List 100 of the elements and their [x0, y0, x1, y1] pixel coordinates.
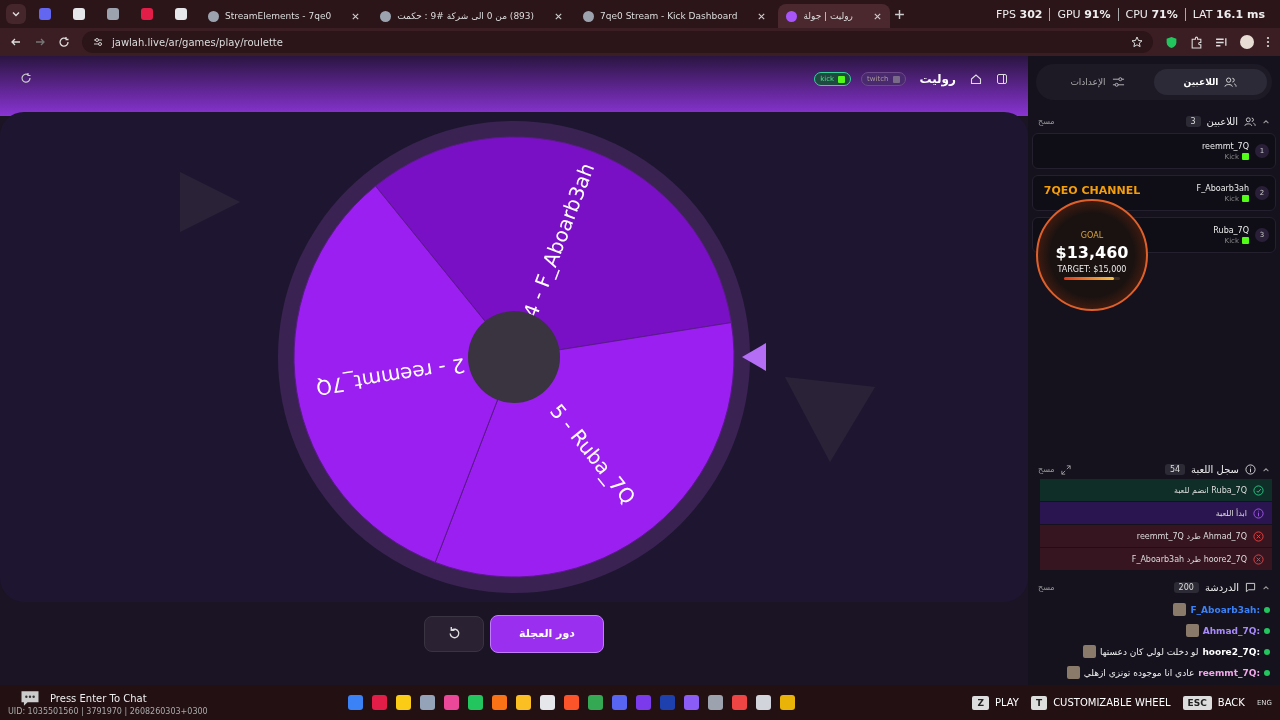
close-icon[interactable]: [351, 11, 361, 21]
refresh-icon[interactable]: [20, 72, 32, 84]
log-entry: ابدأ اللعبة: [1040, 502, 1272, 524]
user-avatar: [1185, 624, 1199, 637]
player-name: reemmt_7Q: [1201, 141, 1249, 151]
close-icon[interactable]: [872, 11, 882, 21]
online-dot: [1264, 627, 1270, 634]
player-name: F_Aboarb3ah: [1196, 183, 1249, 193]
media-icon[interactable]: [1215, 35, 1228, 49]
segment-label: 2 - reemmt_7Q: [314, 352, 467, 401]
player-name: Ruba_7Q: [1213, 225, 1249, 235]
status-icon: [1253, 553, 1264, 565]
kick-icon: [1242, 153, 1249, 160]
key-action: PLAY: [994, 697, 1019, 708]
spin-button[interactable]: دور العجلة: [490, 614, 604, 653]
expand-icon[interactable]: [1060, 464, 1071, 475]
close-icon[interactable]: [554, 11, 564, 21]
home-icon[interactable]: [970, 73, 982, 85]
tab-list-button[interactable]: [6, 4, 26, 24]
user-avatar: [1066, 666, 1080, 679]
back-icon[interactable]: [10, 36, 22, 48]
chevron-up-icon[interactable]: [1262, 117, 1270, 126]
menu-icon[interactable]: [1266, 36, 1270, 48]
chat-hint: Press Enter To Chat: [50, 692, 147, 704]
donation-goal-widget: GOAL $13,460 TARGET: $15,000: [1036, 199, 1148, 311]
reset-button[interactable]: [424, 615, 485, 652]
new-tab-icon[interactable]: [893, 8, 905, 20]
chat-bubble-icon: [20, 689, 40, 707]
users-icon: [1244, 116, 1256, 127]
uid-text: UID: 1035501560 | 3791970 | 2608260303+0300: [8, 706, 209, 716]
chat-message: عادي انا موجوده تونزي ازهلي: [1083, 667, 1195, 678]
site-icon: [583, 10, 595, 22]
user-avatar: [1173, 603, 1187, 616]
log-entry: Ruba_7Q انضم للعبة: [1040, 479, 1272, 501]
performance-stat: FPS 302: [989, 8, 1051, 21]
panel-tab[interactable]: اللاعبين: [1154, 69, 1267, 95]
site-icon: [208, 10, 219, 22]
user-avatar: [1082, 645, 1096, 658]
site-icon: [175, 8, 187, 20]
kick-icon: [1242, 237, 1249, 244]
performance-stat: CPU 71%: [1118, 8, 1186, 21]
online-dot: [1264, 606, 1270, 613]
clear-link[interactable]: مسح: [1038, 583, 1055, 592]
chat-username: hoore2_7Q:: [1202, 646, 1260, 657]
clear-link[interactable]: مسح: [1038, 465, 1055, 474]
chat-message: لو دخلت لولي كان دعستها: [1099, 646, 1199, 657]
chat-icon: [1245, 582, 1256, 593]
kick-icon: [1242, 195, 1249, 202]
site-settings-icon[interactable]: [92, 36, 104, 48]
site-icon: [141, 8, 153, 20]
log-entry: hoore2_7Q طرد F_Aboarb3ah: [1040, 548, 1272, 570]
site-icon: [786, 10, 798, 22]
reload-icon[interactable]: [58, 36, 70, 48]
puzzle-icon[interactable]: [1190, 35, 1203, 49]
site-icon: [73, 8, 85, 20]
browser-tab[interactable]: 7qe0 Stream - Kick Dashboard: [575, 4, 775, 28]
key-action: BACK: [1217, 697, 1245, 708]
page-title: روليت: [919, 72, 956, 86]
star-icon[interactable]: [1131, 36, 1143, 48]
log-entry: Ahmad_7Q طرد reemmt_7Q: [1040, 525, 1272, 547]
chat-username: F_Aboarb3ah:: [1190, 604, 1260, 615]
status-icon: [1253, 484, 1264, 496]
profile-avatar[interactable]: [1240, 35, 1254, 49]
info-icon: [1245, 464, 1256, 475]
site-icon: [107, 8, 119, 20]
section-title: سجل اللعبة: [1191, 464, 1239, 475]
sidebar-icon[interactable]: [996, 73, 1008, 85]
status-icon: [1253, 507, 1264, 519]
section-title: اللاعبين: [1206, 116, 1238, 127]
count-badge: 200: [1173, 582, 1199, 593]
channel-title: 7QEO CHANNEL: [1043, 184, 1141, 197]
site-icon: [39, 8, 51, 20]
close-icon[interactable]: [757, 11, 767, 21]
status-icon: [1253, 530, 1264, 542]
chat-username: reemmt_7Q:: [1198, 667, 1260, 678]
browser-tab[interactable]: (893) من 0 الى شركة #9 : حكمت: [372, 4, 572, 28]
online-dot: [1264, 669, 1270, 676]
browser-tab[interactable]: روليت | جولة: [778, 4, 890, 28]
chat-username: Ahmad_7Q:: [1202, 625, 1260, 636]
key-action: CUSTOMIZABLE WHEEL: [1053, 697, 1171, 708]
shield-icon[interactable]: [1165, 35, 1178, 49]
count-badge: 3: [1185, 116, 1201, 127]
users-icon: [1224, 76, 1238, 88]
site-icon: [380, 10, 392, 22]
online-dot: [1264, 648, 1270, 655]
count-badge: 54: [1164, 464, 1186, 475]
forward-icon[interactable]: [34, 36, 46, 48]
section-title: الدردشة: [1204, 582, 1239, 593]
key-cap: T: [1031, 695, 1048, 710]
chevron-up-icon[interactable]: [1262, 465, 1270, 474]
key-cap: ESC: [1182, 695, 1212, 710]
performance-stat: LAT 16.1 ms: [1191, 8, 1266, 21]
panel-tab[interactable]: الإعدادات: [1041, 69, 1154, 95]
caret-icon: [11, 9, 21, 19]
clear-link[interactable]: مسح: [1038, 117, 1055, 126]
wheel-pointer: [742, 343, 766, 371]
browser-tab[interactable]: StreamElements - 7qe0: [200, 4, 369, 28]
address-bar[interactable]: jawlah.live/ar/games/play/roulette: [82, 31, 1153, 53]
key-cap: Z: [972, 695, 989, 710]
chevron-up-icon[interactable]: [1262, 583, 1270, 592]
